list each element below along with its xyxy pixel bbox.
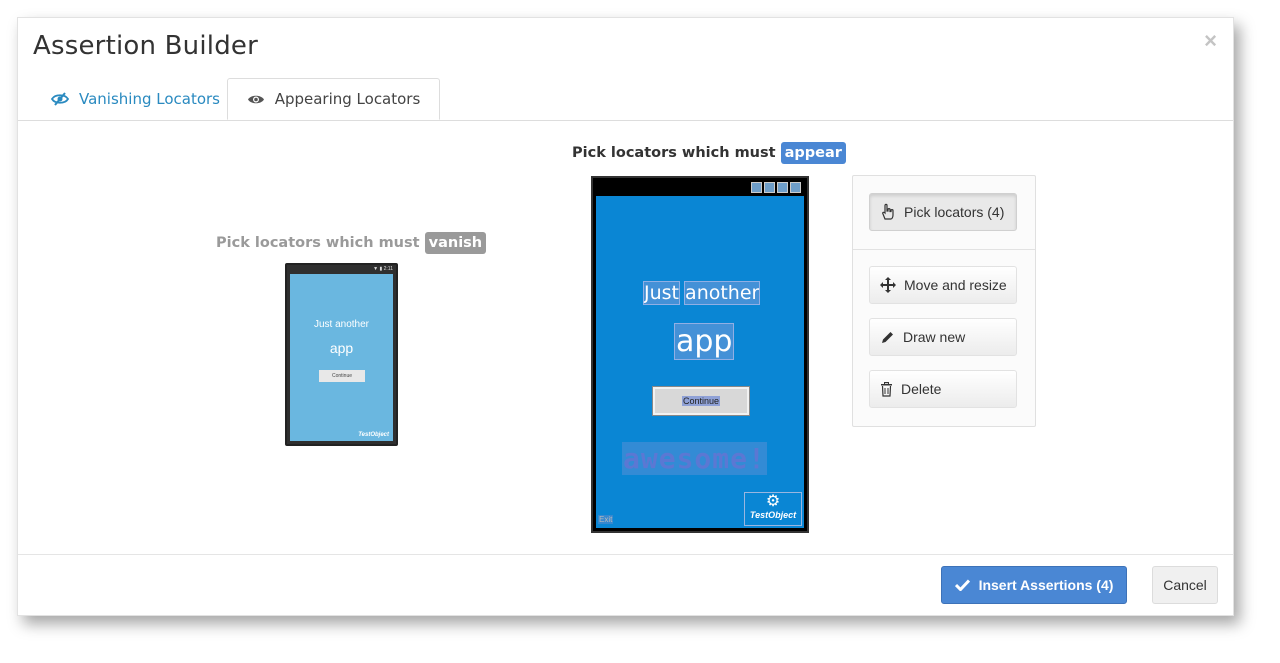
- status-bar: ▼ ▮ 2:11: [373, 266, 393, 272]
- status-icon: [764, 182, 775, 193]
- locator-word-just[interactable]: Just: [643, 281, 680, 305]
- locator-continue-button[interactable]: Continue: [652, 386, 750, 416]
- eye-icon: [247, 95, 264, 103]
- delete-label: Delete: [901, 381, 942, 397]
- tab-bar: Vanishing Locators Appearing Locators: [18, 78, 1233, 121]
- insert-assertions-label: Insert Assertions (4): [978, 577, 1114, 593]
- eye-slash-icon: [51, 91, 69, 106]
- trash-icon: [881, 381, 892, 397]
- insert-assertions-button[interactable]: Insert Assertions (4): [941, 566, 1127, 604]
- cancel-button[interactable]: Cancel: [1152, 566, 1218, 604]
- modal-footer: [18, 554, 1233, 555]
- appear-phone-preview[interactable]: Just another app Continue awesome! Exit …: [591, 176, 809, 533]
- locator-app[interactable]: app: [673, 323, 735, 360]
- panel-divider: [853, 249, 1035, 250]
- appear-heading-prefix: Pick locators which must: [572, 145, 776, 161]
- hand-pointer-icon: [882, 203, 894, 220]
- testobject-logo: TestObject: [358, 432, 389, 438]
- gear-icon: ⚙: [765, 493, 781, 510]
- status-icon: [751, 182, 762, 193]
- phone-screen: Just another app Continue TestObject: [290, 274, 393, 441]
- tab-appearing-locators[interactable]: Appearing Locators: [227, 78, 440, 120]
- locator-word-another[interactable]: another: [684, 281, 761, 305]
- vanish-phone-preview[interactable]: ▼ ▮ 2:11 Just another app Continue TestO…: [285, 263, 398, 446]
- pick-locators-button[interactable]: Pick locators (4): [869, 193, 1017, 231]
- pick-locators-label: Pick locators (4): [904, 204, 1005, 220]
- status-bar: [751, 182, 801, 193]
- continue-label: Continue: [681, 396, 721, 406]
- locator-just-another[interactable]: Just another: [643, 281, 761, 305]
- check-icon: [954, 579, 970, 591]
- appear-badge: appear: [780, 142, 846, 164]
- pencil-icon: [882, 331, 893, 343]
- phone-text-just-another[interactable]: Just another: [290, 319, 393, 330]
- move-resize-label: Move and resize: [904, 277, 1007, 293]
- assertion-builder-modal: Assertion Builder × Vanishing Locators A…: [17, 17, 1234, 616]
- tab-appearing-label: Appearing Locators: [274, 90, 421, 108]
- phone-screen: Just another app Continue awesome! Exit …: [596, 196, 804, 528]
- testobject-logo: ⚙ TestObject: [744, 492, 802, 526]
- tool-panel: Pick locators (4) Move and resize Draw n…: [852, 175, 1036, 427]
- vanish-badge: vanish: [424, 232, 487, 254]
- logo-text: TestObject: [749, 510, 797, 520]
- close-icon[interactable]: ×: [1204, 28, 1217, 54]
- vanish-heading: Pick locators which must vanish: [216, 232, 487, 254]
- locator-awesome[interactable]: awesome!: [622, 442, 767, 475]
- vanish-heading-prefix: Pick locators which must: [216, 235, 420, 251]
- appear-heading: Pick locators which must appear: [572, 142, 846, 164]
- status-icon: [790, 182, 801, 193]
- move-arrows-icon: [880, 277, 896, 293]
- move-resize-button[interactable]: Move and resize: [869, 266, 1017, 304]
- modal-title: Assertion Builder: [33, 31, 258, 61]
- tab-vanishing-locators[interactable]: Vanishing Locators: [51, 78, 220, 119]
- status-icon: [777, 182, 788, 193]
- phone-continue-button[interactable]: Continue: [319, 370, 365, 382]
- tab-vanishing-label: Vanishing Locators: [79, 89, 220, 108]
- delete-button[interactable]: Delete: [869, 370, 1017, 408]
- phone-text-app[interactable]: app: [290, 340, 393, 356]
- locator-exit[interactable]: Exit: [598, 515, 614, 524]
- draw-new-button[interactable]: Draw new: [869, 318, 1017, 356]
- draw-new-label: Draw new: [903, 329, 966, 345]
